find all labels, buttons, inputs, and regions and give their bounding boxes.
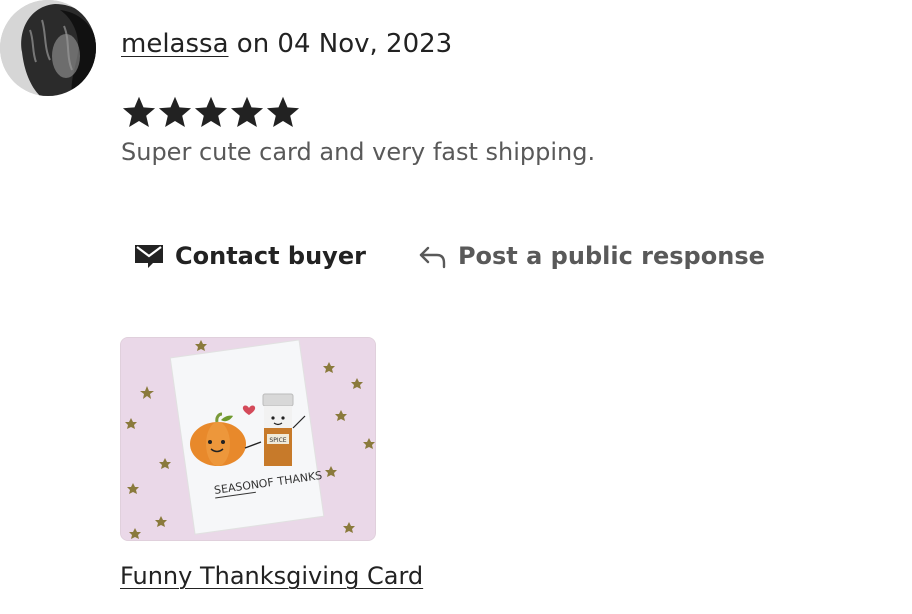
star-rating — [121, 94, 301, 130]
star-icon — [194, 96, 228, 127]
contact-buyer-button[interactable]: Contact buyer — [133, 240, 366, 272]
svg-text:SPICE: SPICE — [269, 437, 286, 444]
review-actions: Contact buyer Post a public response — [133, 240, 765, 272]
product-thumbnail[interactable]: SPICE SEASON OF THANKS — [120, 337, 376, 541]
contact-buyer-label: Contact buyer — [175, 242, 366, 270]
reviewer-username-link[interactable]: melassa — [121, 29, 229, 59]
post-public-response-button[interactable]: Post a public response — [416, 240, 765, 272]
review-meta: melassa on 04 Nov, 2023 — [121, 22, 892, 66]
product-image: SPICE SEASON OF THANKS — [121, 338, 375, 540]
avatar[interactable] — [0, 0, 96, 96]
review-text: Super cute card and very fast shipping. — [121, 138, 596, 166]
review: melassa on 04 Nov, 2023 Super cute card … — [121, 22, 892, 166]
star-icon — [230, 96, 264, 127]
avatar-image — [0, 0, 96, 96]
star-icon — [158, 96, 192, 127]
star-icon — [266, 96, 300, 127]
star-icon — [122, 96, 156, 127]
review-date: on 04 Nov, 2023 — [228, 29, 453, 59]
envelope-icon — [133, 240, 165, 272]
svg-text:OF: OF — [258, 476, 275, 491]
product-title-link[interactable]: Funny Thanksgiving Card — [120, 562, 423, 590]
post-public-response-label: Post a public response — [457, 242, 765, 270]
reply-arrow-icon — [416, 240, 448, 272]
